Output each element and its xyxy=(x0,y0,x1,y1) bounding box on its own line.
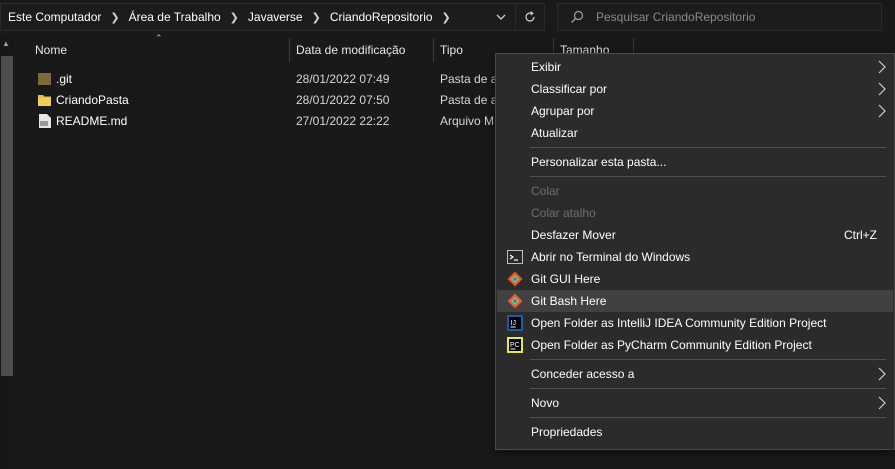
column-header-name-label: Nome xyxy=(35,43,68,57)
folder-icon xyxy=(38,95,51,106)
menu-item-label: Propriedades xyxy=(531,425,603,439)
scrollbar-thumb[interactable] xyxy=(1,56,13,376)
file-type: Pasta de arquivos xyxy=(440,93,495,107)
breadcrumb-chevron-icon[interactable]: ❯ xyxy=(104,11,125,24)
menu-item-label: Colar atalho xyxy=(531,206,596,220)
breadcrumb-item-area-de-trabalho[interactable]: Área de Trabalho xyxy=(126,10,224,24)
scroll-up-icon[interactable]: ▲ xyxy=(2,39,10,48)
md-file-icon xyxy=(39,114,51,128)
menu-item-label: Agrupar por xyxy=(531,104,595,118)
menu-separator xyxy=(530,359,886,360)
menu-item-abrir-terminal[interactable]: Abrir no Terminal do Windows xyxy=(497,246,893,268)
breadcrumb-item-criandorepositorio[interactable]: CriandoRepositorio xyxy=(327,10,436,24)
svg-text:IJ: IJ xyxy=(511,320,516,327)
menu-item-colar-atalho: Colar atalho xyxy=(497,202,893,224)
file-row[interactable]: README.md 27/01/2022 22:22 Arquivo MD xyxy=(35,111,495,131)
file-row[interactable]: .git 28/01/2022 07:49 Pasta de arquivos xyxy=(35,69,495,89)
refresh-button[interactable] xyxy=(516,4,544,30)
chevron-right-icon xyxy=(878,82,886,96)
search-icon xyxy=(571,10,584,23)
menu-separator xyxy=(530,147,886,148)
menu-item-label: Desfazer Mover xyxy=(531,228,616,242)
column-header-type[interactable]: Tipo xyxy=(440,38,463,62)
menu-item-label: Conceder acesso a xyxy=(531,367,635,381)
menu-item-agrupar-por[interactable]: Agrupar por xyxy=(497,100,893,122)
menu-item-colar: Colar xyxy=(497,180,893,202)
menu-item-novo[interactable]: Novo xyxy=(497,392,893,414)
chevron-down-icon xyxy=(496,14,506,20)
menu-separator xyxy=(530,417,886,418)
file-row[interactable]: CriandoPasta 28/01/2022 07:50 Pasta de a… xyxy=(35,90,495,110)
column-header-name[interactable]: Nome xyxy=(35,38,67,62)
menu-item-exibir[interactable]: Exibir xyxy=(497,56,893,78)
address-history-dropdown[interactable] xyxy=(487,4,515,30)
menu-separator xyxy=(530,388,886,389)
file-name: README.md xyxy=(56,114,128,128)
folder-hidden-icon xyxy=(38,73,51,85)
column-header-date[interactable]: Data de modificação xyxy=(296,38,405,62)
menu-item-personalizar-pasta[interactable]: Personalizar esta pasta... xyxy=(497,151,893,173)
chevron-right-icon xyxy=(878,104,886,118)
breadcrumb-chevron-icon[interactable]: ❯ xyxy=(224,11,245,24)
breadcrumb: Este Computador ❯ Área de Trabalho ❯ Jav… xyxy=(1,4,487,30)
menu-item-desfazer-mover[interactable]: Desfazer Mover Ctrl+Z xyxy=(497,224,893,246)
search-placeholder: Pesquisar CriandoRepositorio xyxy=(596,10,756,24)
svg-text:PC: PC xyxy=(510,342,520,349)
breadcrumb-chevron-icon[interactable]: ❯ xyxy=(306,11,327,24)
terminal-icon xyxy=(507,250,523,264)
column-header-date-label: Data de modificação xyxy=(296,43,406,57)
file-name: .git xyxy=(56,72,73,86)
menu-separator xyxy=(530,176,886,177)
menu-item-label: Novo xyxy=(531,396,560,410)
chevron-right-icon xyxy=(878,367,886,381)
menu-item-propriedades[interactable]: Propriedades xyxy=(497,421,893,443)
git-icon xyxy=(507,271,523,287)
menu-item-label: Open Folder as IntelliJ IDEA Community E… xyxy=(531,316,827,330)
chevron-right-icon xyxy=(878,60,886,74)
menu-item-label: Open Folder as PyCharm Community Edition… xyxy=(531,338,812,352)
search-input[interactable]: Pesquisar CriandoRepositorio xyxy=(557,3,882,31)
file-name: CriandoPasta xyxy=(56,93,129,107)
menu-item-label: Exibir xyxy=(531,60,562,74)
sort-ascending-icon: ⌃ xyxy=(155,33,163,43)
menu-item-label: Git GUI Here xyxy=(531,272,601,286)
git-icon xyxy=(507,293,523,309)
menu-item-label: Git Bash Here xyxy=(531,294,607,308)
menu-item-classificar-por[interactable]: Classificar por xyxy=(497,78,893,100)
pycharm-icon: PC xyxy=(507,337,523,353)
menu-item-git-bash[interactable]: Git Bash Here xyxy=(497,290,893,312)
column-divider[interactable] xyxy=(433,38,434,62)
address-bar[interactable]: Este Computador ❯ Área de Trabalho ❯ Jav… xyxy=(0,3,545,31)
column-divider[interactable] xyxy=(289,38,290,62)
menu-item-open-pycharm[interactable]: PC Open Folder as PyCharm Community Edit… xyxy=(497,334,893,356)
context-menu: Exibir Classificar por Agrupar por Atual… xyxy=(495,53,895,450)
file-type: Pasta de arquivos xyxy=(440,72,495,86)
menu-item-atualizar[interactable]: Atualizar xyxy=(497,122,893,144)
file-type: Arquivo MD xyxy=(440,114,495,128)
menu-item-label: Personalizar esta pasta... xyxy=(531,155,667,169)
menu-item-open-intellij[interactable]: IJ Open Folder as IntelliJ IDEA Communit… xyxy=(497,312,893,334)
breadcrumb-item-javaverse[interactable]: Javaverse xyxy=(245,10,306,24)
menu-item-label: Abrir no Terminal do Windows xyxy=(531,250,691,264)
breadcrumb-item-este-computador[interactable]: Este Computador xyxy=(5,10,104,24)
refresh-icon xyxy=(525,11,535,22)
menu-item-conceder-acesso[interactable]: Conceder acesso a xyxy=(497,363,893,385)
file-date: 28/01/2022 07:49 xyxy=(296,72,390,86)
menu-item-git-gui[interactable]: Git GUI Here xyxy=(497,268,893,290)
chevron-right-icon xyxy=(878,396,886,410)
file-date: 27/01/2022 22:22 xyxy=(296,114,390,128)
menu-item-label: Classificar por xyxy=(531,82,608,96)
file-date: 28/01/2022 07:50 xyxy=(296,93,390,107)
intellij-icon: IJ xyxy=(507,315,523,331)
menu-item-label: Atualizar xyxy=(531,126,578,140)
breadcrumb-chevron-icon[interactable]: ❯ xyxy=(436,11,457,24)
menu-item-label: Colar xyxy=(531,184,560,198)
column-header-type-label: Tipo xyxy=(440,43,463,57)
menu-item-shortcut: Ctrl+Z xyxy=(844,228,877,242)
navigation-pane-scrollbar[interactable]: ▲ xyxy=(0,36,14,469)
